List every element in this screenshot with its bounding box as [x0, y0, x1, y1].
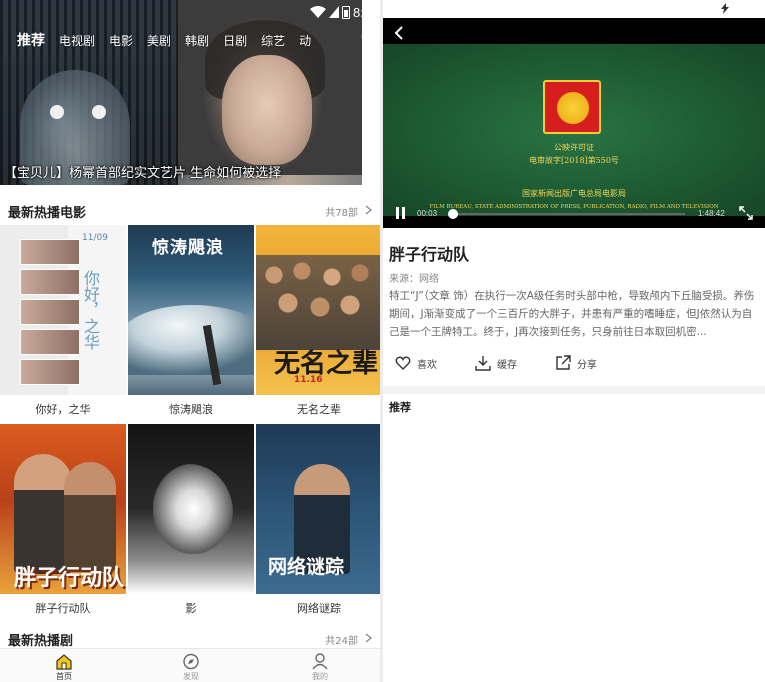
license-title: 公映许可证 [554, 143, 594, 152]
video-frame: 公映许可证 电审故字[2018]第550号 国家新闻出版广电总局电影局 FILM… [383, 44, 765, 216]
discover-icon [183, 653, 199, 670]
movie-poster: 惊涛飓浪 [128, 225, 254, 395]
movie-card[interactable]: 惊涛飓浪 惊涛飓浪 [128, 225, 254, 416]
charging-icon [721, 3, 729, 14]
movie-poster [128, 424, 254, 594]
tab-korean-series[interactable]: 韩剧 [178, 32, 216, 49]
section-count[interactable]: 共24部 [325, 632, 358, 647]
movie-card[interactable]: 11/09 你好，之华 你好，之华 [0, 225, 126, 416]
download-button[interactable]: 缓存 [475, 352, 517, 374]
license-number: 电审故字[2018]第550号 [529, 156, 619, 165]
movie-card[interactable]: 无名之辈 11.16 无名之辈 [256, 225, 380, 416]
share-icon [556, 355, 571, 370]
download-icon [475, 356, 491, 371]
share-button[interactable]: 分享 [555, 352, 597, 374]
movie-detail-screen: 公映许可证 电审故字[2018]第550号 国家新闻出版广电总局电影局 FILM… [383, 0, 765, 682]
status-bar: 8:51 [310, 3, 378, 21]
license-issuer: 国家新闻出版广电总局电影局 [522, 189, 626, 198]
movie-poster: 11/09 你好，之华 [0, 225, 126, 395]
status-bar [383, 0, 765, 18]
movie-title: 胖子行动队 [35, 602, 91, 615]
tab-movies[interactable]: 电影 [102, 32, 140, 49]
nav-home[interactable]: 首页 [34, 651, 94, 682]
heart-icon [395, 356, 411, 370]
fullscreen-icon[interactable] [739, 206, 753, 220]
movie-poster: 网络谜踪 [256, 424, 380, 594]
duration: 1:48:42 [698, 209, 725, 218]
tab-japanese-series[interactable]: 日剧 [216, 32, 254, 49]
movie-source: 来源：网络 [389, 274, 439, 285]
like-button[interactable]: 喜欢 [395, 352, 437, 374]
movie-title: 你好，之华 [35, 403, 91, 416]
movie-card[interactable]: 影 [128, 424, 254, 615]
movie-title: 胖子行动队 [389, 245, 470, 264]
banner-caption: 【宝贝儿】杨幂首部纪实文艺片 生命如何被选择 [4, 166, 282, 181]
video-player[interactable]: 公映许可证 电审故字[2018]第550号 国家新闻出版广电总局电影局 FILM… [383, 18, 765, 228]
recommend-title: 推荐 [389, 401, 411, 414]
seek-knob[interactable] [448, 209, 459, 219]
signal-icon [329, 6, 339, 18]
movie-title: 惊涛飓浪 [169, 403, 213, 416]
movie-poster: 胖子行动队 [0, 424, 126, 594]
pause-icon[interactable] [395, 207, 406, 219]
section-separator [383, 386, 765, 394]
category-tabs: 推荐 电视剧 电影 美剧 韩剧 日剧 综艺 动 [0, 28, 380, 52]
movie-title: 网络谜踪 [297, 602, 341, 615]
player-controls: 00:03 1:48:42 [383, 200, 765, 228]
movie-title: 无名之辈 [297, 403, 341, 416]
tab-anime[interactable]: 动 [292, 32, 318, 49]
hot-movies-header: 最新热播电影 共78部 [0, 198, 380, 224]
movie-title: 影 [185, 602, 197, 615]
nav-discover[interactable]: 发现 [161, 651, 221, 682]
profile-icon [312, 653, 328, 670]
search-icon[interactable] [361, 30, 377, 46]
current-time: 00:03 [417, 209, 438, 218]
section-count[interactable]: 共78部 [325, 204, 358, 219]
film-bureau-logo [543, 80, 601, 134]
banner-portrait [222, 55, 312, 165]
action-bar: 喜欢 缓存 分享 [383, 352, 765, 374]
home-screen: 【宝贝儿】杨幂首部纪实文艺片 生命如何被选择 8:51 推荐 电视剧 电影 美剧… [0, 0, 380, 682]
seek-bar[interactable] [448, 209, 685, 219]
movie-description[interactable]: 特工“J”（文章 饰）在执行一次A级任务时头部中枪，导致颅内下丘脑受损。养伤期间… [389, 287, 755, 341]
battery-icon [342, 5, 350, 19]
section-title: 最新热播电影 [8, 206, 87, 221]
movie-card[interactable]: 胖子行动队 胖子行动队 [0, 424, 126, 615]
bottom-nav: 首页 发现 我的 [0, 648, 380, 682]
status-time: 8:51 [353, 4, 379, 20]
chevron-right-icon[interactable] [365, 205, 373, 215]
tab-us-series[interactable]: 美剧 [140, 32, 178, 49]
home-icon [56, 654, 72, 670]
section-title: 最新热播剧 [8, 634, 74, 649]
chevron-right-icon[interactable] [365, 633, 373, 643]
tab-variety[interactable]: 综艺 [254, 32, 292, 49]
tab-tv-series[interactable]: 电视剧 [52, 32, 102, 49]
movie-poster: 无名之辈 11.16 [256, 225, 380, 395]
movie-card[interactable]: 网络谜踪 网络谜踪 [256, 424, 380, 615]
wifi-icon [310, 6, 326, 18]
back-arrow-icon[interactable] [393, 26, 405, 40]
nav-profile[interactable]: 我的 [290, 651, 350, 682]
tab-recommend[interactable]: 推荐 [0, 30, 52, 50]
